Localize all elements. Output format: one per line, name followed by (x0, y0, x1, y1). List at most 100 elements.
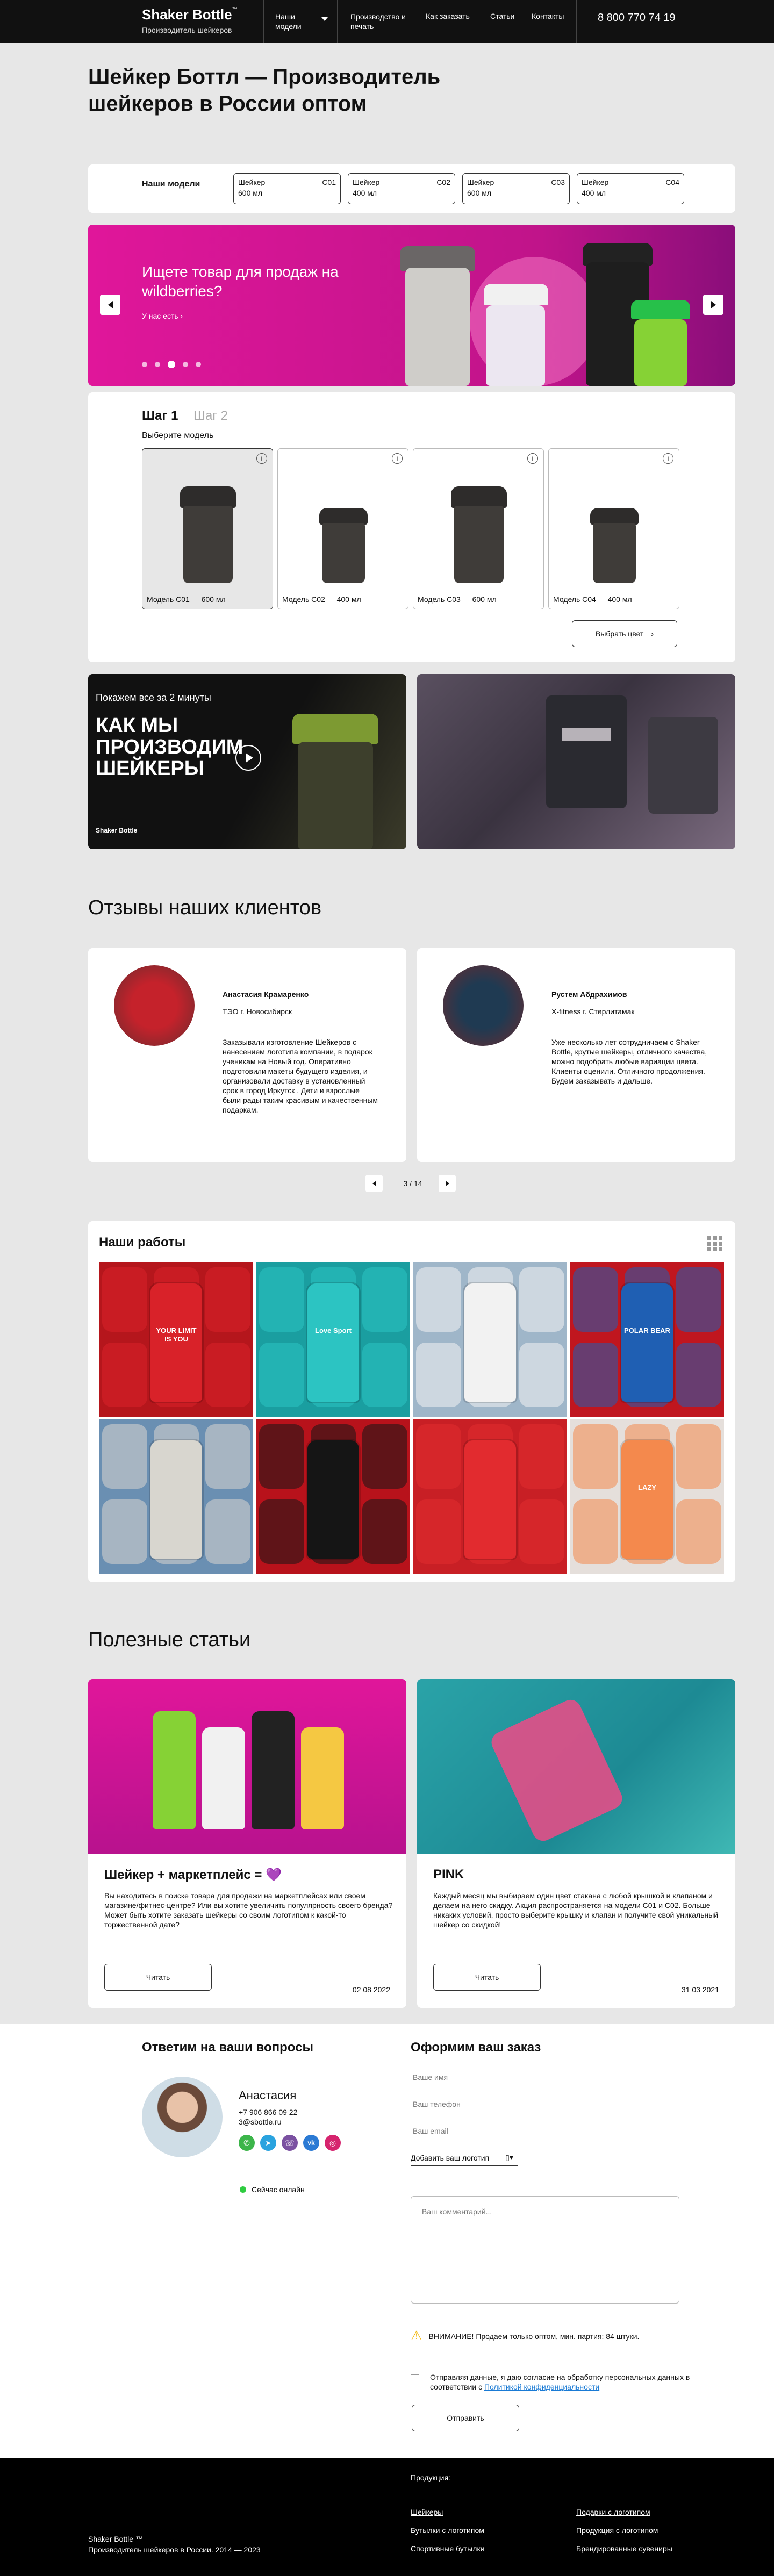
chevron-right-icon: › (651, 629, 654, 638)
footer-link[interactable]: Спортивные бутылки (411, 2544, 484, 2553)
work-photo[interactable] (99, 1419, 253, 1574)
footer-link[interactable]: Шейкеры (411, 2508, 443, 2516)
manager-email[interactable]: 3@sbottle.ru (239, 2118, 282, 2126)
nav-models[interactable]: Наши модели (275, 12, 303, 31)
choose-color-button[interactable]: Выбрать цвет › (572, 620, 677, 647)
work-photo[interactable] (413, 1419, 567, 1574)
reviews-next-button[interactable] (439, 1175, 456, 1192)
logo[interactable]: Shaker Bottle™ (142, 6, 238, 23)
work-photo[interactable]: YOUR LIMIT IS YOU (99, 1262, 253, 1417)
article-title[interactable]: PINK (433, 1867, 464, 1882)
work-photo[interactable] (413, 1262, 567, 1417)
viber-icon[interactable]: ☏ (282, 2135, 298, 2151)
promo-banner[interactable]: Ищете товар для продаж на wildberries? У… (88, 225, 735, 386)
nav-production[interactable]: Производство и печать (350, 12, 415, 31)
model-card-2[interactable]: i Модель С02 — 400 мл (277, 448, 408, 609)
nav-articles[interactable]: Статьи (490, 12, 514, 20)
footer-products-title: Продукция: (411, 2473, 450, 2482)
model-chip-c03[interactable]: Шейкер C03 600 мл (462, 173, 570, 204)
model-chip-c04[interactable]: Шейкер C04 400 мл (577, 173, 684, 204)
info-icon[interactable]: i (663, 453, 673, 464)
info-icon[interactable]: i (392, 453, 403, 464)
model-chip-c02[interactable]: Шейкер C02 400 мл (348, 173, 455, 204)
work-photo[interactable]: Love Sport (256, 1262, 410, 1417)
video-brand: Shaker Bottle (96, 827, 138, 834)
articles-title: Полезные статьи (88, 1628, 251, 1651)
read-button-label: Читать (146, 1973, 170, 1982)
article-image[interactable] (417, 1679, 735, 1854)
read-button[interactable]: Читать (104, 1964, 212, 1991)
logo-upload[interactable]: Добавить ваш логотип ▯▾ (411, 2150, 518, 2166)
submit-button[interactable]: Отправить (412, 2405, 519, 2431)
banner-next-button[interactable] (703, 295, 723, 315)
consent-checkbox[interactable] (411, 2374, 419, 2383)
model-card-4[interactable]: i Модель С04 — 400 мл (548, 448, 679, 609)
phone-field[interactable] (411, 2096, 679, 2112)
footer-link[interactable]: Продукция с логотипом (576, 2526, 658, 2535)
vk-icon[interactable]: vk (303, 2135, 319, 2151)
nav-how-to-order[interactable]: Как заказать (426, 12, 470, 20)
step-2-tab[interactable]: Шаг 2 (194, 408, 228, 424)
model-card-3[interactable]: i Модель С03 — 600 мл (413, 448, 544, 609)
banner-dots[interactable] (142, 360, 209, 370)
grid-icon[interactable] (707, 1236, 722, 1251)
work-print: YOUR LIMIT IS YOU (156, 1326, 197, 1343)
banner-dot[interactable] (142, 362, 147, 367)
name-field[interactable] (411, 2069, 679, 2085)
work-photo[interactable] (256, 1419, 410, 1574)
footer-link[interactable]: Брендированные сувениры (576, 2544, 672, 2553)
model-chip-c01[interactable]: Шейкер C01 600 мл (233, 173, 341, 204)
footer-link[interactable]: Подарки с логотипом (576, 2508, 650, 2516)
phone-icon[interactable]: ✆ (239, 2135, 255, 2151)
reviews-title: Отзывы наших клиентов (88, 896, 322, 919)
banner-dot[interactable] (168, 361, 175, 368)
chevron-right-icon (445, 1181, 449, 1186)
banner-dot[interactable] (183, 362, 188, 367)
play-icon[interactable] (235, 745, 261, 771)
tagline: Производитель шейкеров (142, 26, 232, 34)
review-card: Рустем Абдрахимов X-fitness г. Стерлитама… (417, 948, 735, 1162)
work-print: LAZY (638, 1483, 656, 1491)
work-photo[interactable]: POLAR BEAR (570, 1262, 724, 1417)
read-button-label: Читать (475, 1973, 499, 1982)
online-status: Сейчас онлайн (240, 2185, 305, 2194)
read-button[interactable]: Читать (433, 1964, 541, 1991)
chevron-right-icon (711, 301, 716, 308)
telegram-icon[interactable]: ➤ (260, 2135, 276, 2151)
banner-link-label: У нас есть (142, 312, 178, 320)
footer-link[interactable]: Бутылки с логотипом (411, 2526, 484, 2535)
nav-separator (263, 0, 264, 43)
work-photo[interactable]: LAZY (570, 1419, 724, 1574)
shaker-image (451, 486, 507, 583)
email-field[interactable] (411, 2123, 679, 2139)
manager-phone[interactable]: +7 906 866 09 22 (239, 2108, 297, 2116)
article-card: Шейкер + маркетплейс = 💜 Вы находитесь в … (88, 1679, 406, 2008)
model-card-1[interactable]: i Модель С01 — 600 мл (142, 448, 273, 609)
shaker-image (464, 1283, 516, 1402)
chevron-down-icon[interactable] (321, 17, 328, 21)
info-icon[interactable]: i (256, 453, 267, 464)
comment-field[interactable] (411, 2196, 679, 2304)
video-title: КАК МЫ ПРОИЗВОДИМ ШЕЙКЕРЫ (96, 714, 243, 780)
video-card[interactable]: Покажем все за 2 минуты КАК МЫ ПРОИЗВОДИ… (88, 674, 406, 849)
banner-prev-button[interactable] (100, 295, 120, 315)
shaker-image (464, 1440, 516, 1559)
instagram-icon[interactable]: ◎ (325, 2135, 341, 2151)
contact-title: Ответим на ваши вопросы (142, 2040, 313, 2055)
banner-dot[interactable] (155, 362, 160, 367)
article-image[interactable] (88, 1679, 406, 1854)
article-title[interactable]: Шейкер + маркетплейс = 💜 (104, 1867, 282, 1883)
logo-tm: ™ (232, 6, 238, 12)
phone-link[interactable]: 8 800 770 74 19 (598, 12, 676, 24)
reviews-prev-button[interactable] (366, 1175, 383, 1192)
privacy-link[interactable]: Политикой конфиденциальности (484, 2383, 599, 2391)
model-chip-name: Шейкер (467, 178, 494, 186)
info-icon[interactable]: i (527, 453, 538, 464)
shaker-image (621, 1283, 673, 1402)
step-1-tab[interactable]: Шаг 1 (142, 408, 178, 424)
footer-tagline: Производитель шейкеров в России. 2014 — … (88, 2545, 261, 2554)
nav-contacts[interactable]: Контакты (532, 12, 564, 20)
banner-link[interactable]: У нас есть › (142, 312, 183, 320)
banner-dot[interactable] (196, 362, 201, 367)
works-title: Наши работы (99, 1235, 186, 1250)
